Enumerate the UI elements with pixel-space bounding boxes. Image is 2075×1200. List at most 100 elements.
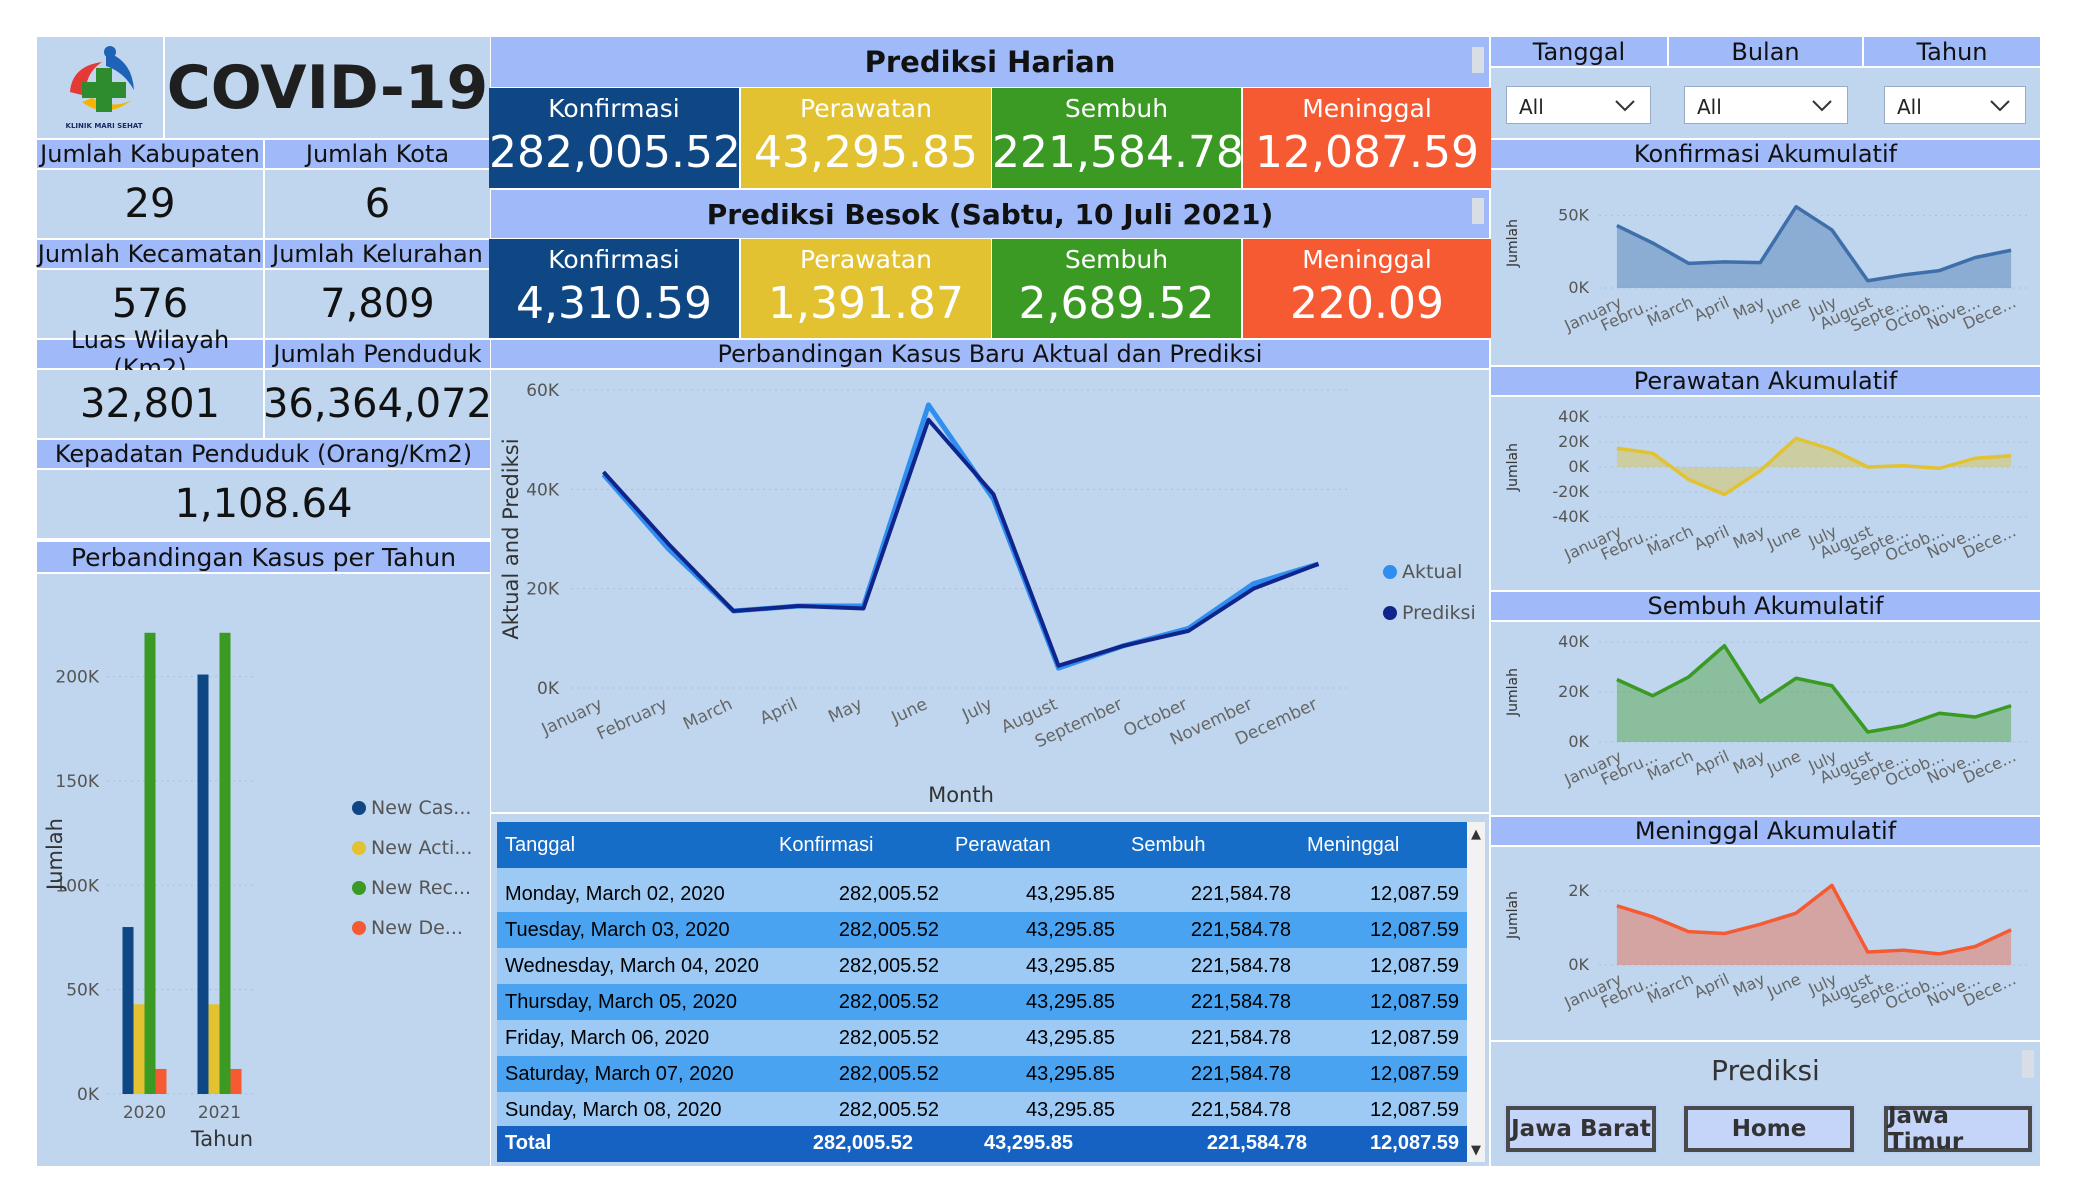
bar-2021-0 xyxy=(197,674,209,1094)
table-row[interactable] xyxy=(497,868,1467,876)
legend-label: New Rec... xyxy=(371,877,471,899)
cell-konfirmasi: 282,005.52 xyxy=(838,1062,939,1085)
chevron-down-icon xyxy=(1812,100,1832,112)
besok-card-perawatan: Perawatan 1,391.87 xyxy=(741,239,991,338)
area-fill xyxy=(1616,645,2012,742)
legend-label: New Acti... xyxy=(371,837,472,859)
stat-label-kabupaten: Jumlah Kabupaten xyxy=(37,140,263,168)
x-tick-label: April xyxy=(1691,969,1732,1002)
besok-title: Prediksi Besok (Sabtu, 10 Juli 2021) xyxy=(491,190,1489,238)
x-tick-label: February xyxy=(594,694,671,744)
cell-perawatan: 43,295.85 xyxy=(1026,918,1115,941)
stat-label-luas: Luas Wilayah (Km2) xyxy=(37,326,263,382)
table-row[interactable]: Thursday, March 05, 2020 282,005.52 43,2… xyxy=(497,984,1467,1020)
cell-tanggal: Tuesday, March 03, 2020 xyxy=(505,918,730,941)
bar-2021-3 xyxy=(230,1068,242,1094)
y-tick-label: 50K xyxy=(66,981,100,1001)
cell-tanggal: Friday, March 06, 2020 xyxy=(505,1026,710,1049)
y-tick-label: 40K xyxy=(1558,632,1589,651)
y-tick-label: 40K xyxy=(526,480,560,500)
cell-tanggal: Sunday, March 08, 2020 xyxy=(505,1098,722,1121)
table-scrollbar[interactable]: ▲ ▼ xyxy=(1467,822,1485,1162)
besok-scroll-thumb[interactable] xyxy=(1472,198,1484,224)
nav-scroll-thumb[interactable] xyxy=(2022,1050,2034,1078)
cell-sembuh: 221,584.78 xyxy=(1190,882,1291,905)
besok-label-konfirmasi: Konfirmasi xyxy=(548,245,680,274)
harian-label-meninggal: Meninggal xyxy=(1302,94,1432,123)
cell-perawatan: 43,295.85 xyxy=(1026,1026,1115,1049)
col-header-perawatan[interactable]: Perawatan xyxy=(947,822,1123,868)
cell-tanggal: Thursday, March 05, 2020 xyxy=(505,990,737,1013)
table-row[interactable]: Sunday, March 08, 2020 282,005.52 43,295… xyxy=(497,1092,1467,1128)
besok-label-meninggal: Meninggal xyxy=(1302,245,1432,274)
filter-select-tahun[interactable]: All xyxy=(1884,86,2026,124)
besok-card-sembuh: Sembuh 2,689.52 xyxy=(992,239,1241,338)
logo-cross-h xyxy=(82,82,126,98)
kepadatan-label: Kepadatan Penduduk (Orang/Km2) xyxy=(37,440,490,468)
col-header-meninggal[interactable]: Meninggal xyxy=(1299,822,1467,868)
col-header-sembuh[interactable]: Sembuh xyxy=(1123,822,1299,868)
y-tick-label: 40K xyxy=(1558,407,1589,426)
col-header-konfirmasi[interactable]: Konfirmasi xyxy=(771,822,947,868)
legend-marker xyxy=(352,921,366,935)
col-header-tanggal[interactable]: Tanggal xyxy=(497,822,771,868)
cell-meninggal: 12,087.59 xyxy=(1370,990,1459,1013)
table-row[interactable]: Monday, March 02, 2020 282,005.52 43,295… xyxy=(497,876,1467,912)
x-tick-label: May xyxy=(1730,746,1768,777)
scroll-up-icon[interactable]: ▲ xyxy=(1467,824,1485,844)
raw-chart-panel: -40K -20K 0K 20K 40K January Febru... March Apri… xyxy=(1491,397,2040,590)
filter-label-bulan: Bulan xyxy=(1669,37,1862,66)
main-line-chart: 0K 20K 40K 60K JanuaryFebruary March April May J… xyxy=(499,381,1476,807)
konf-chart-panel: 0K 50K January Febru... March April May June Jul… xyxy=(1491,170,2040,365)
cell-sembuh: 221,584.78 xyxy=(1190,1026,1291,1049)
x-tick-label: April xyxy=(1691,521,1732,554)
line-aktual xyxy=(601,402,1320,671)
table-row[interactable]: Wednesday, March 04, 2020 282,005.52 43,… xyxy=(497,948,1467,984)
harian-scroll-thumb[interactable] xyxy=(1472,47,1484,73)
filter-select-bulan[interactable]: All xyxy=(1684,86,1848,124)
stat-value-penduduk: 36,364,072 xyxy=(263,370,492,438)
table-row[interactable]: Saturday, March 07, 2020 282,005.52 43,2… xyxy=(497,1056,1467,1092)
cell-konfirmasi: 282,005.52 xyxy=(838,990,939,1013)
x-tick-label: April xyxy=(1691,746,1732,779)
harian-value-meninggal: 12,087.59 xyxy=(1255,127,1479,178)
total-label: Total xyxy=(505,1132,552,1154)
legend-marker xyxy=(352,801,366,815)
y-tick-label: 200K xyxy=(55,668,99,688)
smb-area-chart: 0K20K40KJanuaryFebru...MarchAprilMayJune… xyxy=(1505,632,2029,790)
legend-label: Aktual xyxy=(1402,561,1462,583)
home-button[interactable]: Home xyxy=(1684,1106,1854,1152)
total-konfirmasi: 282,005.52 xyxy=(812,1132,913,1154)
harian-label-konfirmasi: Konfirmasi xyxy=(548,94,680,123)
besok-label-sembuh: Sembuh xyxy=(1064,245,1169,274)
x-tick-label: June xyxy=(1763,746,1804,778)
legend-marker xyxy=(1383,606,1397,620)
table-spacer xyxy=(497,868,1467,876)
filter-select-tanggal[interactable]: All xyxy=(1506,86,1651,124)
harian-label-sembuh: Sembuh xyxy=(1064,94,1169,123)
smb-chart-panel: 0K 20K 40K January Febru... March April May June… xyxy=(1491,622,2040,815)
jawa-timur-button[interactable]: Jawa Timur xyxy=(1884,1103,2032,1155)
scroll-down-icon[interactable]: ▼ xyxy=(1467,1140,1485,1160)
x-tick-label: June xyxy=(1763,292,1804,324)
table-total-row: Total 282,005.52 43,295.85 221,584.78 12… xyxy=(497,1126,1467,1162)
table-row[interactable]: Tuesday, March 03, 2020 282,005.52 43,29… xyxy=(497,912,1467,948)
cell-sembuh: 221,584.78 xyxy=(1190,1062,1291,1085)
y-tick-label: 0K xyxy=(77,1085,100,1105)
y-tick-label: 20K xyxy=(1558,682,1589,701)
x-tick-label: 2021 xyxy=(198,1103,241,1123)
stat-value-kabupaten: 29 xyxy=(37,170,263,238)
nav-title: Prediksi xyxy=(1711,1053,1820,1087)
x-tick-label: June xyxy=(888,694,931,728)
legend-marker xyxy=(352,881,366,895)
bar-2020-2 xyxy=(144,632,156,1094)
mng-chart-title: Meninggal Akumulatif xyxy=(1491,817,2040,845)
table-row[interactable]: Friday, March 06, 2020 282,005.52 43,295… xyxy=(497,1020,1467,1056)
jawa-barat-button[interactable]: Jawa Barat xyxy=(1506,1106,1656,1152)
cell-perawatan: 43,295.85 xyxy=(1026,954,1115,977)
cell-meninggal: 12,087.59 xyxy=(1370,1062,1459,1085)
kepadatan-value: 1,108.64 xyxy=(37,470,490,538)
stat-value-luas: 32,801 xyxy=(37,370,263,438)
cell-meninggal: 12,087.59 xyxy=(1370,1098,1459,1121)
konf-area-chart: 0K50KJanuaryFebru...MarchAprilMayJune Jul… xyxy=(1505,204,2029,336)
